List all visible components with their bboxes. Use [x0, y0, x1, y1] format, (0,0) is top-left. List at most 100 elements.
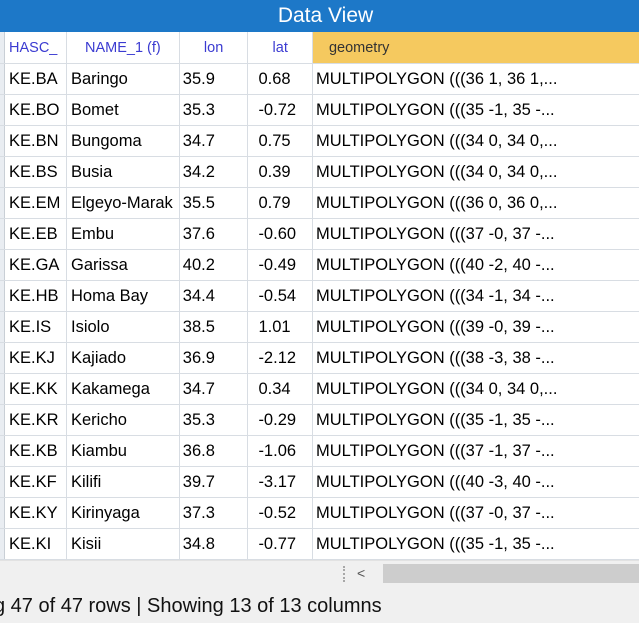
cell-name[interactable]: Kiambu — [66, 435, 180, 467]
cell-hasc[interactable]: KE.KJ — [4, 342, 67, 374]
cell-geometry[interactable]: MULTIPOLYGON (((34 0, 34 0,... — [312, 125, 639, 157]
cell-hasc[interactable]: KE.EB — [4, 218, 67, 250]
cell-lat[interactable]: -0.72 — [247, 94, 313, 126]
cell-geometry[interactable]: MULTIPOLYGON (((39 -0, 39 -... — [312, 311, 639, 343]
scrollbar-thumb[interactable] — [383, 564, 639, 583]
cell-hasc[interactable]: KE.KK — [4, 373, 67, 405]
table-row[interactable]: KE.IS Isiolo 38.5 1.01 MULTIPOLYGON (((39 -0… — [0, 311, 639, 343]
cell-lon[interactable]: 35.9 — [179, 63, 249, 95]
scroll-left-arrow[interactable]: < — [357, 562, 365, 584]
cell-geometry[interactable]: MULTIPOLYGON (((35 -1, 35 -... — [312, 94, 639, 126]
cell-hasc[interactable]: KE.BA — [4, 63, 67, 95]
horizontal-scrollbar[interactable]: < — [0, 560, 639, 589]
cell-geometry[interactable]: MULTIPOLYGON (((35 -1, 35 -... — [312, 528, 639, 560]
cell-lon[interactable]: 36.8 — [179, 435, 249, 467]
cell-lon[interactable]: 34.2 — [179, 156, 249, 188]
table-row[interactable]: KE.EB Embu 37.6 -0.60 MULTIPOLYGON (((37 -0,… — [0, 218, 639, 250]
cell-geometry[interactable]: MULTIPOLYGON (((34 -1, 34 -... — [312, 280, 639, 312]
cell-geometry[interactable]: MULTIPOLYGON (((36 0, 36 0,... — [312, 187, 639, 219]
table-row[interactable]: KE.BA Baringo 35.9 0.68 MULTIPOLYGON (((36 1… — [0, 63, 639, 95]
cell-lat[interactable]: 0.34 — [247, 373, 313, 405]
table-row[interactable]: KE.EM Elgeyo-Marak 35.5 0.79 MULTIPOLYGON ((… — [0, 187, 639, 219]
cell-hasc[interactable]: KE.KI — [4, 528, 67, 560]
cell-geometry[interactable]: MULTIPOLYGON (((40 -2, 40 -... — [312, 249, 639, 281]
cell-lon[interactable]: 34.7 — [179, 373, 249, 405]
column-header-geometry[interactable]: geometry — [312, 32, 639, 64]
table-row[interactable]: KE.KJ Kajiado 36.9 -2.12 MULTIPOLYGON (((38 … — [0, 342, 639, 374]
cell-lon[interactable]: 34.7 — [179, 125, 249, 157]
cell-hasc[interactable]: KE.KY — [4, 497, 67, 529]
cell-hasc[interactable]: KE.KR — [4, 404, 67, 436]
cell-hasc[interactable]: KE.HB — [4, 280, 67, 312]
column-header-lon[interactable]: lon — [179, 32, 249, 64]
cell-hasc[interactable]: KE.BN — [4, 125, 67, 157]
column-header-name[interactable]: NAME_1 (f) — [66, 32, 180, 64]
cell-lon[interactable]: 34.8 — [179, 528, 249, 560]
cell-name[interactable]: Baringo — [66, 63, 180, 95]
cell-hasc[interactable]: KE.KF — [4, 466, 67, 498]
table-row[interactable]: KE.KK Kakamega 34.7 0.34 MULTIPOLYGON (((34 … — [0, 373, 639, 405]
cell-name[interactable]: Isiolo — [66, 311, 180, 343]
cell-geometry[interactable]: MULTIPOLYGON (((37 -0, 37 -... — [312, 497, 639, 529]
cell-lon[interactable]: 37.3 — [179, 497, 249, 529]
cell-lat[interactable]: -0.77 — [247, 528, 313, 560]
cell-name[interactable]: Bungoma — [66, 125, 180, 157]
cell-lat[interactable]: -3.17 — [247, 466, 313, 498]
cell-lat[interactable]: 0.79 — [247, 187, 313, 219]
cell-lon[interactable]: 38.5 — [179, 311, 249, 343]
cell-geometry[interactable]: MULTIPOLYGON (((40 -3, 40 -... — [312, 466, 639, 498]
data-grid[interactable]: HASC_ NAME_1 (f) lon lat geometry KE.BA B… — [0, 32, 639, 560]
table-row[interactable]: KE.KB Kiambu 36.8 -1.06 MULTIPOLYGON (((37 -… — [0, 435, 639, 467]
table-row[interactable]: KE.GA Garissa 40.2 -0.49 MULTIPOLYGON (((40 … — [0, 249, 639, 281]
cell-hasc[interactable]: KE.KB — [4, 435, 67, 467]
cell-lon[interactable]: 35.3 — [179, 404, 249, 436]
cell-lat[interactable]: -0.54 — [247, 280, 313, 312]
cell-lat[interactable]: -0.52 — [247, 497, 313, 529]
table-row[interactable]: KE.KY Kirinyaga 37.3 -0.52 MULTIPOLYGON (((3… — [0, 497, 639, 529]
cell-lon[interactable]: 37.6 — [179, 218, 249, 250]
cell-name[interactable]: Kakamega — [66, 373, 180, 405]
cell-name[interactable]: Kisii — [66, 528, 180, 560]
cell-lon[interactable]: 34.4 — [179, 280, 249, 312]
column-header-lat[interactable]: lat — [247, 32, 313, 64]
cell-name[interactable]: Kilifi — [66, 466, 180, 498]
cell-geometry[interactable]: MULTIPOLYGON (((38 -3, 38 -... — [312, 342, 639, 374]
cell-lat[interactable]: -0.29 — [247, 404, 313, 436]
table-row[interactable]: KE.BN Bungoma 34.7 0.75 MULTIPOLYGON (((34 0… — [0, 125, 639, 157]
column-header-hasc[interactable]: HASC_ — [4, 32, 67, 64]
table-row[interactable]: KE.KR Kericho 35.3 -0.29 MULTIPOLYGON (((35 … — [0, 404, 639, 436]
table-row[interactable]: KE.KF Kilifi 39.7 -3.17 MULTIPOLYGON (((40 -… — [0, 466, 639, 498]
cell-hasc[interactable]: KE.GA — [4, 249, 67, 281]
cell-name[interactable]: Homa Bay — [66, 280, 180, 312]
cell-geometry[interactable]: MULTIPOLYGON (((36 1, 36 1,... — [312, 63, 639, 95]
cell-name[interactable]: Embu — [66, 218, 180, 250]
cell-lon[interactable]: 39.7 — [179, 466, 249, 498]
cell-name[interactable]: Kirinyaga — [66, 497, 180, 529]
cell-geometry[interactable]: MULTIPOLYGON (((37 -0, 37 -... — [312, 218, 639, 250]
cell-lon[interactable]: 35.3 — [179, 94, 249, 126]
cell-name[interactable]: Kericho — [66, 404, 180, 436]
cell-name[interactable]: Busia — [66, 156, 180, 188]
table-row[interactable]: KE.BS Busia 34.2 0.39 MULTIPOLYGON (((34 0, … — [0, 156, 639, 188]
cell-lat[interactable]: 0.68 — [247, 63, 313, 95]
cell-hasc[interactable]: KE.BO — [4, 94, 67, 126]
cell-lon[interactable]: 40.2 — [179, 249, 249, 281]
cell-lon[interactable]: 36.9 — [179, 342, 249, 374]
cell-name[interactable]: Bomet — [66, 94, 180, 126]
cell-geometry[interactable]: MULTIPOLYGON (((37 -1, 37 -... — [312, 435, 639, 467]
table-row[interactable]: KE.BO Bomet 35.3 -0.72 MULTIPOLYGON (((35 -1… — [0, 94, 639, 126]
cell-name[interactable]: Kajiado — [66, 342, 180, 374]
cell-name[interactable]: Garissa — [66, 249, 180, 281]
cell-geometry[interactable]: MULTIPOLYGON (((34 0, 34 0,... — [312, 373, 639, 405]
cell-hasc[interactable]: KE.EM — [4, 187, 67, 219]
cell-lat[interactable]: -0.60 — [247, 218, 313, 250]
cell-lat[interactable]: -0.49 — [247, 249, 313, 281]
cell-hasc[interactable]: KE.IS — [4, 311, 67, 343]
table-row[interactable]: KE.HB Homa Bay 34.4 -0.54 MULTIPOLYGON (((34… — [0, 280, 639, 312]
cell-lat[interactable]: 0.75 — [247, 125, 313, 157]
table-row[interactable]: KE.KI Kisii 34.8 -0.77 MULTIPOLYGON (((35 -1… — [0, 528, 639, 560]
cell-lat[interactable]: 1.01 — [247, 311, 313, 343]
cell-geometry[interactable]: MULTIPOLYGON (((34 0, 34 0,... — [312, 156, 639, 188]
cell-hasc[interactable]: KE.BS — [4, 156, 67, 188]
splitter-grip[interactable] — [343, 566, 349, 582]
